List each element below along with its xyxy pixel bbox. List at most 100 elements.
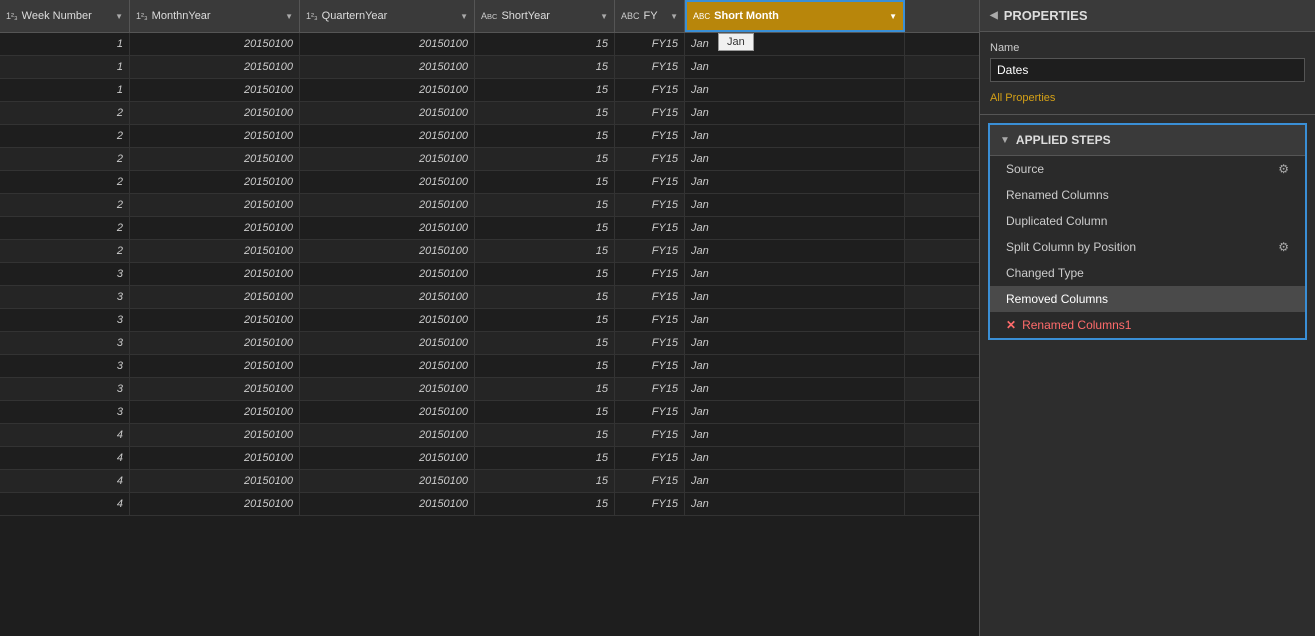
cell-fy: FY15	[615, 194, 685, 216]
cell-short-month: Jan	[685, 56, 905, 78]
step-item-duplicated-column[interactable]: Duplicated Column	[990, 208, 1305, 234]
cell-fy: FY15	[615, 424, 685, 446]
step-item-changed-type[interactable]: Changed Type	[990, 260, 1305, 286]
step-item-renamed-columns1[interactable]: ✕Renamed Columns1	[990, 312, 1305, 338]
col-header-fy-label: FY	[644, 10, 658, 22]
cell-month-year: 20150100	[130, 194, 300, 216]
cell-week-number: 3	[0, 378, 130, 400]
cell-month-year: 20150100	[130, 79, 300, 101]
properties-collapse-icon[interactable]: ◀	[990, 10, 998, 21]
step-item-source[interactable]: Source⚙	[990, 156, 1305, 182]
month-year-dropdown-icon[interactable]: ▼	[285, 12, 293, 21]
applied-steps-section: ▼ APPLIED STEPS Source⚙Renamed ColumnsDu…	[988, 123, 1307, 340]
cell-short-year: 15	[475, 125, 615, 147]
cell-week-number: 1	[0, 56, 130, 78]
quarter-year-dropdown-icon[interactable]: ▼	[460, 12, 468, 21]
cell-month-year: 20150100	[130, 470, 300, 492]
cell-week-number: 2	[0, 102, 130, 124]
table-row: 2201501002015010015FY15Jan	[0, 194, 979, 217]
short-month-dropdown-icon[interactable]: ▼	[889, 12, 897, 21]
data-table: 1²₃ Week Number ▼ 1²₃ MonthnYear ▼ 1²₃ Q…	[0, 0, 979, 636]
col-header-quarter-year[interactable]: 1²₃ QuarternYear ▼	[300, 0, 475, 32]
cell-quarter-year: 20150100	[300, 240, 475, 262]
cell-month-year: 20150100	[130, 332, 300, 354]
cell-short-month: Jan	[685, 401, 905, 423]
cell-short-month: Jan	[685, 309, 905, 331]
week-number-dropdown-icon[interactable]: ▼	[115, 12, 123, 21]
step-item-split-column-by-position[interactable]: Split Column by Position ⚙	[990, 234, 1305, 260]
cell-quarter-year: 20150100	[300, 194, 475, 216]
cell-short-year: 15	[475, 102, 615, 124]
col-header-fy[interactable]: ABC FY ▼	[615, 0, 685, 32]
cell-quarter-year: 20150100	[300, 33, 475, 55]
cell-short-year: 15	[475, 309, 615, 331]
cell-week-number: 4	[0, 424, 130, 446]
step-label-changed-type: Changed Type	[1006, 266, 1084, 280]
cell-week-number: 3	[0, 401, 130, 423]
cell-month-year: 20150100	[130, 217, 300, 239]
col-header-short-year[interactable]: ABC ShortYear ▼	[475, 0, 615, 32]
cell-month-year: 20150100	[130, 33, 300, 55]
cell-short-year: 15	[475, 217, 615, 239]
applied-steps-collapse-icon[interactable]: ▼	[1000, 135, 1010, 146]
cell-short-month: Jan	[685, 240, 905, 262]
name-input[interactable]	[990, 58, 1305, 82]
cell-fy: FY15	[615, 401, 685, 423]
cell-quarter-year: 20150100	[300, 424, 475, 446]
cell-week-number: 3	[0, 355, 130, 377]
cell-month-year: 20150100	[130, 102, 300, 124]
cell-short-month: Jan	[685, 424, 905, 446]
properties-title: PROPERTIES	[1004, 8, 1088, 23]
cell-short-month: Jan	[685, 102, 905, 124]
table-row: 3201501002015010015FY15Jan	[0, 355, 979, 378]
table-row: 3201501002015010015FY15Jan	[0, 378, 979, 401]
cell-month-year: 20150100	[130, 56, 300, 78]
cell-week-number: 4	[0, 470, 130, 492]
gear-icon[interactable]: ⚙	[1278, 162, 1289, 176]
cell-quarter-year: 20150100	[300, 148, 475, 170]
col-header-month-year[interactable]: 1²₃ MonthnYear ▼	[130, 0, 300, 32]
cell-short-month: Jan	[685, 493, 905, 515]
cell-short-year: 15	[475, 171, 615, 193]
cell-short-year: 15	[475, 493, 615, 515]
step-item-removed-columns[interactable]: Removed Columns	[990, 286, 1305, 312]
gear-icon[interactable]: ⚙	[1278, 240, 1289, 254]
cell-fy: FY15	[615, 240, 685, 262]
short-year-dropdown-icon[interactable]: ▼	[600, 12, 608, 21]
cell-short-year: 15	[475, 332, 615, 354]
applied-steps-header: ▼ APPLIED STEPS	[990, 125, 1305, 156]
cell-short-year: 15	[475, 470, 615, 492]
cell-short-year: 15	[475, 401, 615, 423]
fy-dropdown-icon[interactable]: ▼	[670, 12, 678, 21]
cell-month-year: 20150100	[130, 493, 300, 515]
table-row: 3201501002015010015FY15Jan	[0, 263, 979, 286]
col-header-week-number[interactable]: 1²₃ Week Number ▼	[0, 0, 130, 32]
cell-week-number: 4	[0, 447, 130, 469]
table-row: 4201501002015010015FY15Jan	[0, 493, 979, 516]
cell-month-year: 20150100	[130, 171, 300, 193]
cell-fy: FY15	[615, 33, 685, 55]
cell-quarter-year: 20150100	[300, 309, 475, 331]
col-header-short-month[interactable]: ABC Short Month ▼	[685, 0, 905, 32]
short-year-type-icon: ABC	[481, 11, 497, 21]
step-label-split-column-by-position: Split Column by Position	[1006, 240, 1136, 254]
all-properties-link[interactable]: All Properties	[990, 92, 1055, 104]
table-row: 2201501002015010015FY15Jan	[0, 102, 979, 125]
cell-short-month: Jan	[685, 217, 905, 239]
cell-short-month: Jan	[685, 194, 905, 216]
cell-fy: FY15	[615, 447, 685, 469]
cell-week-number: 2	[0, 217, 130, 239]
table-row: 1201501002015010015FY15Jan	[0, 79, 979, 102]
table-row: 2201501002015010015FY15Jan	[0, 171, 979, 194]
cell-short-month: Jan	[685, 125, 905, 147]
cell-month-year: 20150100	[130, 286, 300, 308]
cell-short-month: Jan	[685, 79, 905, 101]
cell-quarter-year: 20150100	[300, 79, 475, 101]
cell-fy: FY15	[615, 125, 685, 147]
step-label-removed-columns: Removed Columns	[1006, 292, 1108, 306]
cell-week-number: 2	[0, 171, 130, 193]
cell-short-month: Jan	[685, 378, 905, 400]
step-item-renamed-columns[interactable]: Renamed Columns	[990, 182, 1305, 208]
table-row: 1201501002015010015FY15Jan	[0, 33, 979, 56]
cell-week-number: 3	[0, 286, 130, 308]
